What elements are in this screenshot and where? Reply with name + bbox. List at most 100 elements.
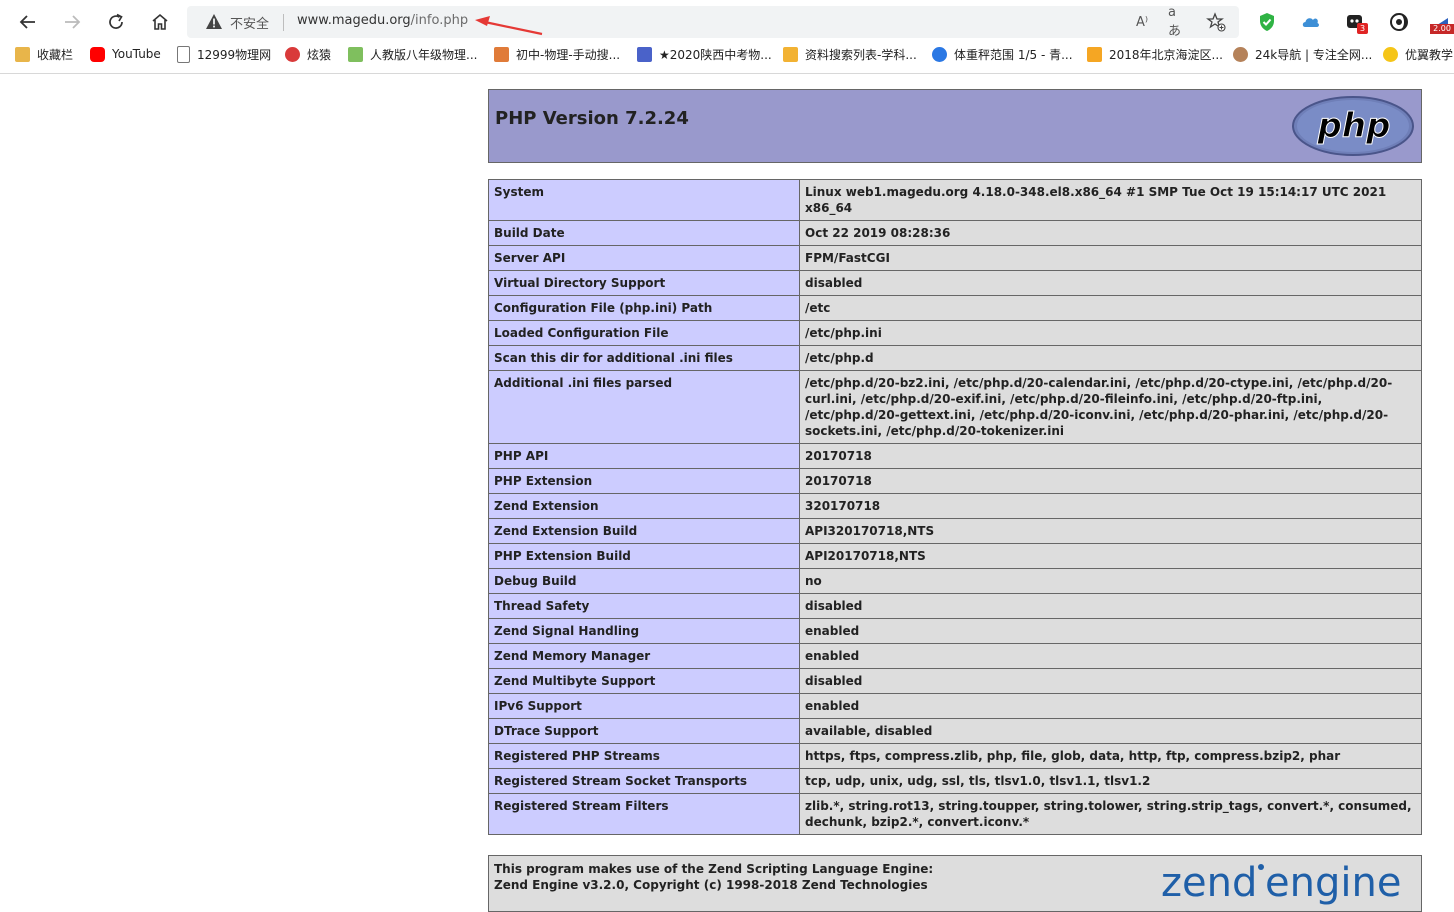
speed-badge: 2.00 <box>1430 24 1454 34</box>
bookmarks-bar: 收藏栏 YouTube 12999物理网 炫猿 人教版八年级物理... 初中-物… <box>0 42 1454 66</box>
row-key: Zend Memory Manager <box>488 643 800 669</box>
home-icon <box>152 13 168 30</box>
forward-button[interactable] <box>58 8 86 36</box>
row-key: Additional .ini files parsed <box>488 370 800 444</box>
cloud-extension-button[interactable] <box>1300 11 1322 33</box>
bookmark-label: 初中-物理-手动搜... <box>516 47 621 62</box>
dark-extension-button[interactable] <box>1388 11 1410 33</box>
zend-engine-box: This program makes use of the Zend Scrip… <box>488 855 1422 912</box>
bookmark-label: 24k导航 | 专注全网... <box>1255 47 1373 62</box>
table-row: DTrace Support available, disabled <box>488 718 1422 744</box>
php-version-header: PHP Version 7.2.24 php <box>488 89 1422 163</box>
row-value: 20170718 <box>799 443 1422 469</box>
zend-text: This program makes use of the Zend Scrip… <box>494 861 933 893</box>
site-icon <box>1383 46 1398 62</box>
bookmark-label: 2018年北京海淀区... <box>1109 47 1223 62</box>
table-row: Debug Build no <box>488 568 1422 594</box>
bookmark-item[interactable]: 资料搜索列表-学科... <box>783 45 917 63</box>
php-logo[interactable]: php <box>1291 95 1415 157</box>
read-aloud-icon[interactable]: A⁾ <box>1132 12 1152 32</box>
table-row: Zend Extension Build API320170718,NTS <box>488 518 1422 544</box>
row-key: PHP Extension Build <box>488 543 800 569</box>
bookmark-item[interactable]: 12999物理网 <box>177 45 271 63</box>
table-row: IPv6 Support enabled <box>488 693 1422 719</box>
row-value: FPM/FastCGI <box>799 245 1422 271</box>
row-key: Registered PHP Streams <box>488 743 800 769</box>
row-value: /etc <box>799 295 1422 321</box>
row-value: enabled <box>799 618 1422 644</box>
address-divider <box>283 14 284 31</box>
bookmark-folder[interactable]: 收藏栏 <box>15 45 73 63</box>
url-path: /info.php <box>410 13 469 28</box>
row-value: available, disabled <box>799 718 1422 744</box>
bookmark-label: YouTube <box>112 47 161 61</box>
page-title: PHP Version 7.2.24 <box>495 108 689 129</box>
site-icon <box>285 46 300 62</box>
adblock-extension-button[interactable] <box>1256 11 1278 33</box>
bookmark-item[interactable]: 初中-物理-手动搜... <box>494 45 620 63</box>
row-value: enabled <box>799 643 1422 669</box>
engine-logo-word: engine <box>1265 860 1401 906</box>
site-icon <box>932 46 947 62</box>
row-value: zlib.*, string.rot13, string.toupper, st… <box>799 793 1422 835</box>
table-row: Server API FPM/FastCGI <box>488 245 1422 271</box>
bookmark-label: 炫猿 <box>307 47 332 62</box>
speed-extension-button[interactable]: 2.00 <box>1428 11 1454 34</box>
add-favorite-button[interactable] <box>1206 12 1226 32</box>
security-label[interactable]: 不安全 <box>230 13 269 32</box>
bookmark-item[interactable]: 炫猿 <box>285 45 331 63</box>
zend-engine-logo[interactable]: zend engine <box>1161 860 1417 908</box>
zend-logo-word: zend <box>1161 860 1257 906</box>
table-row: Build Date Oct 22 2019 08:28:36 <box>488 220 1422 246</box>
row-key: System <box>488 179 800 221</box>
row-value: no <box>799 568 1422 594</box>
row-key: DTrace Support <box>488 718 800 744</box>
table-row: Virtual Directory Support disabled <box>488 270 1422 296</box>
row-value: API20170718,NTS <box>799 543 1422 569</box>
bookmark-item[interactable]: YouTube <box>90 45 161 63</box>
site-icon <box>1233 46 1248 62</box>
forward-icon <box>65 15 81 29</box>
notification-extension-button[interactable]: 3 <box>1344 11 1368 34</box>
phpinfo-page: PHP Version 7.2.24 php System Linux web1.… <box>488 89 1422 912</box>
reload-button[interactable] <box>102 8 130 36</box>
row-key: Registered Stream Socket Transports <box>488 768 800 794</box>
address-bar[interactable]: 不安全 www.magedu.org/info.php A⁾ aあ <box>187 5 1239 39</box>
bookmark-item[interactable]: ★2020陕西中考物... <box>637 45 772 63</box>
row-value: disabled <box>799 270 1422 296</box>
bookmark-item[interactable]: 24k导航 | 专注全网... <box>1233 45 1372 63</box>
bookmark-item[interactable]: 体重秤范围 1/5 - 青... <box>932 45 1073 63</box>
bookmark-item[interactable]: 优翼教学 <box>1383 45 1453 63</box>
row-key: PHP API <box>488 443 800 469</box>
back-button[interactable] <box>14 8 42 36</box>
row-key: Debug Build <box>488 568 800 594</box>
row-value: 20170718 <box>799 468 1422 494</box>
back-icon <box>19 15 35 29</box>
home-button[interactable] <box>146 8 174 36</box>
site-icon <box>494 46 509 62</box>
notification-badge: 3 <box>1357 23 1368 34</box>
row-value: Linux web1.magedu.org 4.18.0-348.el8.x86… <box>799 179 1422 221</box>
table-row: Loaded Configuration File/etc/php.ini <box>488 320 1422 346</box>
table-row: Registered Stream Socket Transports tcp, … <box>488 768 1422 794</box>
table-row: Zend Multibyte Support disabled <box>488 668 1422 694</box>
row-value: 320170718 <box>799 493 1422 519</box>
row-value: /etc/php.ini <box>799 320 1422 346</box>
table-row: Additional .ini files parsed/etc/php.d/2… <box>488 370 1422 444</box>
table-row: System Linux web1.magedu.org 4.18.0-348.e… <box>488 179 1422 221</box>
bookmark-item[interactable]: 2018年北京海淀区... <box>1087 45 1223 63</box>
warning-icon[interactable] <box>205 13 223 30</box>
row-key: Scan this dir for additional .ini files <box>488 345 800 371</box>
table-row: PHP API 20170718 <box>488 443 1422 469</box>
table-row: Zend Signal Handling enabled <box>488 618 1422 644</box>
url-text[interactable]: www.magedu.org/info.php <box>297 13 468 28</box>
translate-icon[interactable]: aあ <box>1168 5 1188 39</box>
site-icon <box>1087 46 1102 62</box>
bookmark-item[interactable]: 人教版八年级物理... <box>348 45 477 63</box>
bookmark-label: ★2020陕西中考物... <box>659 47 772 62</box>
site-icon <box>783 46 798 62</box>
bookmark-label: 优翼教学 <box>1405 47 1454 62</box>
reload-icon <box>109 13 123 29</box>
row-value: tcp, udp, unix, udg, ssl, tls, tlsv1.0, … <box>799 768 1422 794</box>
row-key: PHP Extension <box>488 468 800 494</box>
